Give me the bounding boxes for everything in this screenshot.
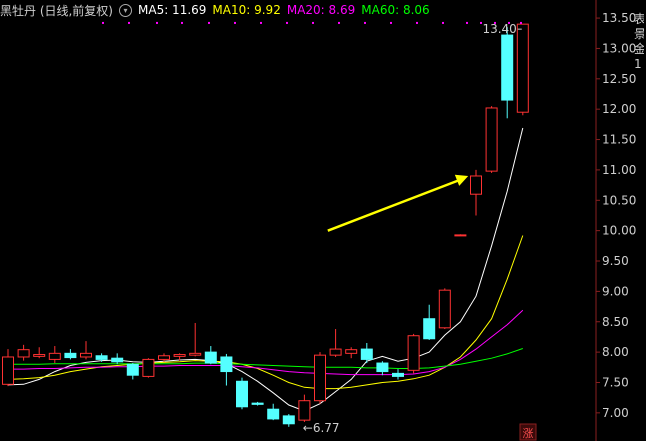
annotation-arrow-shaft [327, 177, 463, 232]
y-tick-label: 10.00 [602, 224, 636, 238]
low-price-label: ←6.77 [303, 421, 340, 435]
side-panel-edge-text: 表景金1 [634, 12, 644, 71]
circle-chevron-down-icon[interactable]: ▾ [119, 3, 132, 17]
ma20-label: MA20: 8.69 [286, 3, 356, 17]
limit-up-dot [156, 21, 158, 24]
candle-down[interactable] [267, 408, 280, 420]
limit-up-dot [520, 21, 522, 24]
y-tick-label: 7.00 [602, 406, 629, 420]
y-tick-label: 11.50 [602, 133, 636, 147]
candle-up[interactable] [454, 234, 467, 237]
candle-up[interactable] [189, 352, 202, 356]
candle-down[interactable] [501, 34, 514, 101]
candle-down[interactable] [204, 351, 217, 364]
chart-header: 黑牡丹 (日线,前复权) ▾ MA5: 11.69 MA10: 9.92 MA2… [0, 0, 436, 20]
candle-up[interactable] [48, 352, 61, 360]
y-tick-label: 8.00 [602, 345, 629, 359]
candle-up[interactable] [17, 349, 30, 358]
candle-up[interactable] [158, 355, 170, 360]
limit-up-badge: 涨 [523, 427, 534, 440]
candle-up[interactable] [438, 289, 451, 329]
y-tick-label: 9.50 [602, 254, 629, 268]
candle-down[interactable] [392, 372, 404, 377]
candle-down[interactable] [423, 318, 436, 340]
limit-up-dot [286, 21, 288, 24]
limit-up-dot [234, 21, 236, 24]
limit-up-dot [260, 21, 262, 24]
candle-down[interactable] [220, 356, 233, 373]
limit-up-dot [364, 21, 366, 24]
candle-down[interactable] [95, 355, 108, 360]
ma60-line [8, 348, 523, 369]
candle-up[interactable] [485, 107, 498, 172]
candle-up[interactable] [407, 335, 420, 371]
limit-up-dot [208, 21, 210, 24]
y-tick-label: 7.50 [602, 375, 629, 389]
candle-down[interactable] [111, 357, 124, 363]
limit-up-dot [442, 21, 444, 24]
y-tick-label: 8.50 [602, 315, 629, 329]
limit-up-dot [312, 21, 314, 24]
limit-up-dot [466, 21, 468, 24]
candle-down[interactable] [376, 362, 389, 373]
ma60-label: MA60: 8.06 [361, 3, 430, 17]
candle-up[interactable] [298, 400, 311, 421]
limit-up-dot [390, 21, 392, 24]
y-tick-label: 10.50 [602, 193, 636, 207]
candle-up[interactable] [142, 358, 155, 377]
candle-up[interactable] [33, 354, 46, 357]
candle-down[interactable] [282, 415, 295, 425]
candle-down[interactable] [236, 380, 248, 408]
candle-up[interactable] [470, 175, 482, 195]
candle-up[interactable] [2, 356, 14, 385]
limit-up-dot [338, 21, 340, 24]
candle-up[interactable] [516, 23, 529, 113]
candle-down[interactable] [360, 348, 373, 360]
candle-up[interactable] [345, 349, 358, 354]
y-tick-label: 13.00 [602, 41, 636, 55]
y-tick-label: 12.00 [602, 102, 636, 116]
candle-up[interactable] [173, 354, 186, 357]
candle-down[interactable] [126, 363, 139, 376]
candle-down[interactable] [251, 402, 264, 405]
y-tick-label: 11.00 [602, 163, 636, 177]
limit-up-dot [128, 21, 130, 24]
candle-up[interactable] [329, 348, 342, 356]
high-price-label: 13.40 [482, 22, 516, 36]
candle-up[interactable] [314, 354, 326, 402]
y-tick-label: 13.50 [602, 11, 636, 25]
y-tick-label: 9.00 [602, 284, 629, 298]
y-tick-label: 12.50 [602, 72, 636, 86]
candle-up[interactable] [80, 352, 92, 358]
ma5-label: MA5: 11.69 [138, 3, 207, 17]
candlestick-chart[interactable]: 13.50 13.00 12.50 12.00 11.50 11.00 10.50 10.00… [0, 0, 646, 441]
candle-down[interactable] [64, 352, 77, 359]
limit-up-dot [416, 21, 418, 24]
ma10-label: MA10: 9.92 [212, 3, 281, 17]
stock-title: 黑牡丹 (日线,前复权) [0, 3, 113, 18]
limit-up-dot [102, 21, 104, 24]
limit-up-dot [181, 21, 183, 24]
